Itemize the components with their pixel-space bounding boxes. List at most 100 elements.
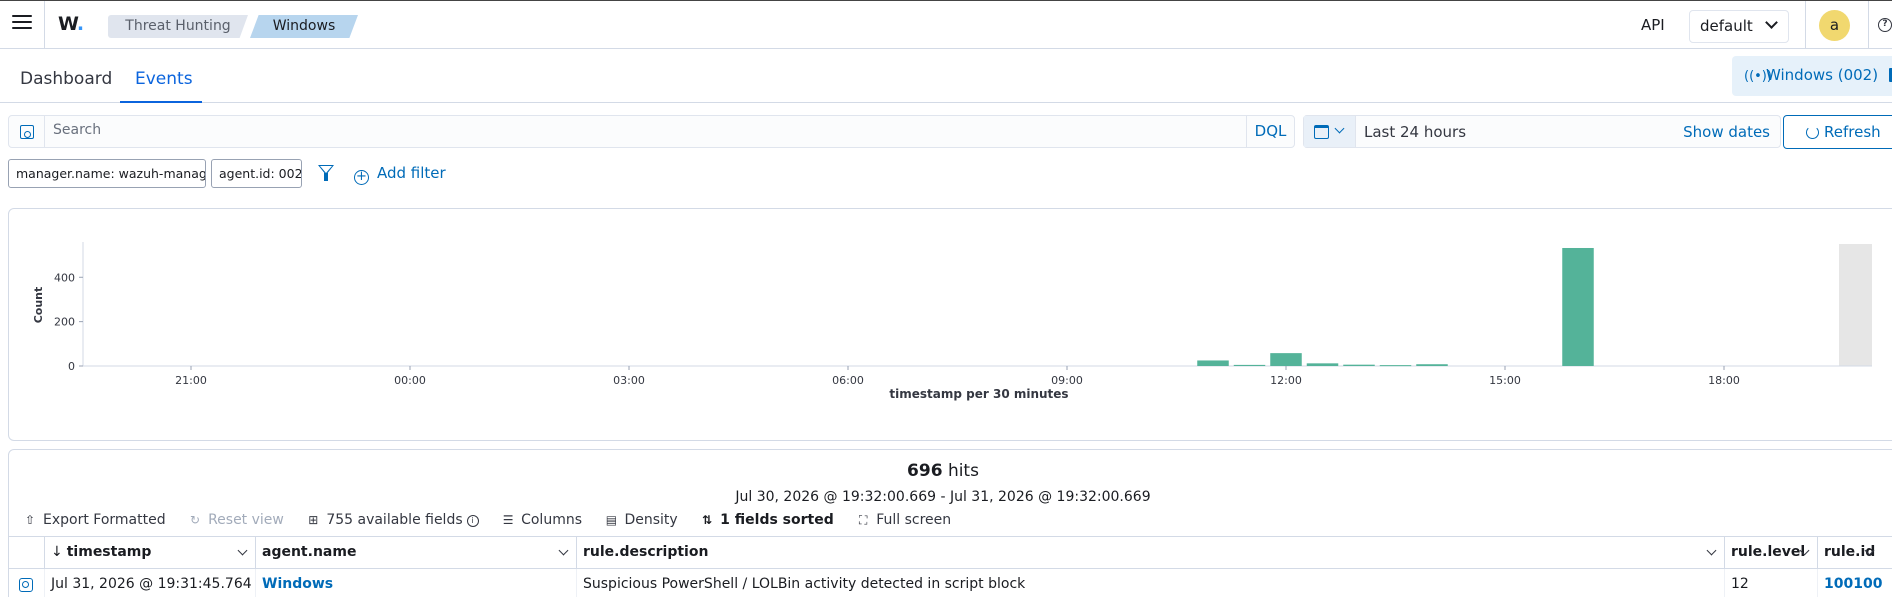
agent-selector-button[interactable]: ((•))Windows (002) — [1732, 56, 1892, 96]
histogram-bar[interactable] — [1562, 247, 1594, 366]
x-tick-label: 12:00 — [1270, 374, 1302, 387]
export-icon: ⇧ — [24, 513, 36, 527]
divider — [1868, 1, 1869, 49]
histogram-bar[interactable] — [1306, 363, 1339, 366]
space-selector[interactable]: default — [1689, 10, 1789, 43]
tab-events[interactable]: Events — [135, 69, 193, 89]
histogram-bar[interactable] — [1197, 360, 1229, 366]
export-label: Export Formatted — [43, 512, 166, 528]
hits-time-range: Jul 30, 2026 @ 19:32:00.669 - Jul 31, 20… — [735, 489, 1151, 505]
wazuh-logo[interactable]: W. — [58, 13, 84, 35]
sort-fields-label: 1 fields sorted — [720, 512, 834, 528]
date-range-text[interactable]: Last 24 hours — [1364, 123, 1466, 141]
refresh-label: Refresh — [1824, 123, 1881, 141]
full-screen-button[interactable]: ⛶ Full screen — [856, 512, 951, 528]
cell-rule-id-link[interactable]: 100100 — [1818, 569, 1892, 597]
reset-view-button[interactable]: ↻ Reset view — [188, 512, 284, 528]
column-header-agent-name[interactable]: agent.name — [256, 537, 577, 568]
query-language-toggle[interactable]: DQL — [1246, 116, 1294, 147]
density-icon: ▤ — [605, 513, 618, 527]
fullscreen-icon: ⛶ — [859, 513, 868, 527]
histogram-bar[interactable] — [1233, 364, 1266, 366]
table-row[interactable]: Jul 31, 2026 @ 19:31:45.764 Windows Susp… — [9, 569, 1892, 597]
chevron-down-icon — [1765, 16, 1778, 29]
y-tick-label: 200 — [54, 316, 75, 329]
histogram-bar[interactable] — [1416, 364, 1448, 366]
x-tick-label: 06:00 — [832, 374, 864, 387]
api-link[interactable]: API — [1641, 16, 1665, 34]
x-tick-label: 00:00 — [394, 374, 426, 387]
histogram-panel: 0 200 400 21:00 00:00 03:00 06:00 09:00 12:00 15:… — [8, 208, 1892, 441]
saved-query-button[interactable] — [9, 116, 45, 147]
y-tick-label: 400 — [54, 271, 75, 284]
full-screen-label: Full screen — [876, 512, 952, 528]
refresh-button[interactable]: Refresh — [1783, 115, 1892, 149]
filter-pill-manager[interactable]: manager.name: wazuh-manager — [8, 159, 206, 188]
density-label: Density — [624, 512, 678, 528]
reset-view-label: Reset view — [208, 512, 284, 528]
histogram-chart[interactable]: 0 200 400 21:00 00:00 03:00 06:00 09:00 12:00 15:… — [9, 209, 1892, 440]
menu-icon[interactable] — [12, 15, 32, 33]
column-header-rule-description[interactable]: rule.description — [577, 537, 1725, 568]
column-header-rule-id[interactable]: rule.id — [1818, 537, 1892, 568]
fields-icon: ⊞ — [308, 513, 319, 527]
y-tick-label: 0 — [68, 360, 75, 373]
column-header-label: agent.name — [262, 544, 357, 560]
available-fields-label: 755 available fields — [326, 512, 463, 528]
user-avatar[interactable]: a — [1819, 10, 1850, 41]
date-picker: Last 24 hours Show dates — [1303, 115, 1781, 148]
search-input[interactable] — [53, 122, 1233, 138]
histogram-bar[interactable] — [1270, 353, 1302, 366]
columns-button[interactable]: ☰ Columns — [501, 512, 582, 528]
chevron-down-icon[interactable] — [558, 545, 569, 556]
histogram-bar[interactable] — [1379, 365, 1412, 367]
x-tick-label: 15:00 — [1489, 374, 1521, 387]
chevron-down-icon[interactable] — [1706, 545, 1717, 556]
export-button[interactable]: ⇧ Export Formatted — [23, 512, 166, 528]
hits-number: 696 — [907, 461, 943, 481]
query-bar: DQL — [8, 115, 1295, 148]
breadcrumb-windows: Windows — [250, 15, 358, 38]
inspect-document-icon[interactable] — [19, 578, 33, 592]
help-icon[interactable]: ? — [1878, 18, 1892, 32]
columns-label: Columns — [521, 512, 583, 528]
column-header-label: rule.description — [583, 544, 709, 560]
cell-agent-name-link[interactable]: Windows — [256, 569, 577, 597]
x-tick-label: 09:00 — [1051, 374, 1083, 387]
column-header-rule-level[interactable]: rule.level — [1725, 537, 1818, 568]
show-dates-link[interactable]: Show dates — [1683, 123, 1770, 141]
cell-rule-description: Suspicious PowerShell / LOLBin activity … — [577, 569, 1725, 597]
cell-rule-level: 12 — [1725, 569, 1818, 597]
divider — [1805, 1, 1806, 49]
grid-header: ↓ timestamp agent.name rule.description r… — [9, 536, 1892, 569]
filter-pill-agent[interactable]: agent.id: 002 — [211, 159, 302, 188]
divider — [44, 1, 45, 49]
save-icon — [20, 125, 34, 139]
cell-timestamp: Jul 31, 2026 @ 19:31:45.764 — [45, 569, 256, 597]
quick-select-button[interactable] — [1304, 116, 1356, 147]
breadcrumb-threat-hunting[interactable]: Threat Hunting — [108, 15, 248, 38]
sort-fields-button[interactable]: ⇅ 1 fields sorted — [700, 512, 834, 528]
active-tab-indicator — [120, 101, 202, 103]
space-selector-value: default — [1700, 17, 1753, 35]
logo-text: W — [58, 13, 77, 35]
control-column-header — [9, 537, 45, 568]
chevron-down-icon[interactable] — [237, 545, 248, 556]
column-header-timestamp[interactable]: ↓ timestamp — [45, 537, 256, 568]
list-icon: ☰ — [502, 513, 514, 527]
x-tick-label: 18:00 — [1708, 374, 1740, 387]
add-filter-button[interactable]: + Add filter — [354, 164, 446, 185]
x-axis-title: timestamp per 30 minutes — [889, 387, 1068, 401]
density-button[interactable]: ▤ Density — [604, 512, 678, 528]
calendar-icon — [1314, 125, 1329, 139]
tab-dashboard[interactable]: Dashboard — [20, 69, 112, 89]
add-filter-label: Add filter — [377, 164, 446, 182]
column-header-label: rule.level — [1731, 544, 1806, 560]
histogram-bar[interactable] — [1343, 364, 1375, 366]
plus-circle-icon: + — [354, 170, 369, 185]
available-fields-button[interactable]: ⊞ 755 available fields i — [306, 512, 479, 528]
x-tick-label: 21:00 — [175, 374, 207, 387]
filter-icon[interactable] — [318, 165, 334, 181]
sort-descending-icon: ↓ — [51, 544, 63, 560]
sort-icon: ⇅ — [702, 513, 713, 527]
